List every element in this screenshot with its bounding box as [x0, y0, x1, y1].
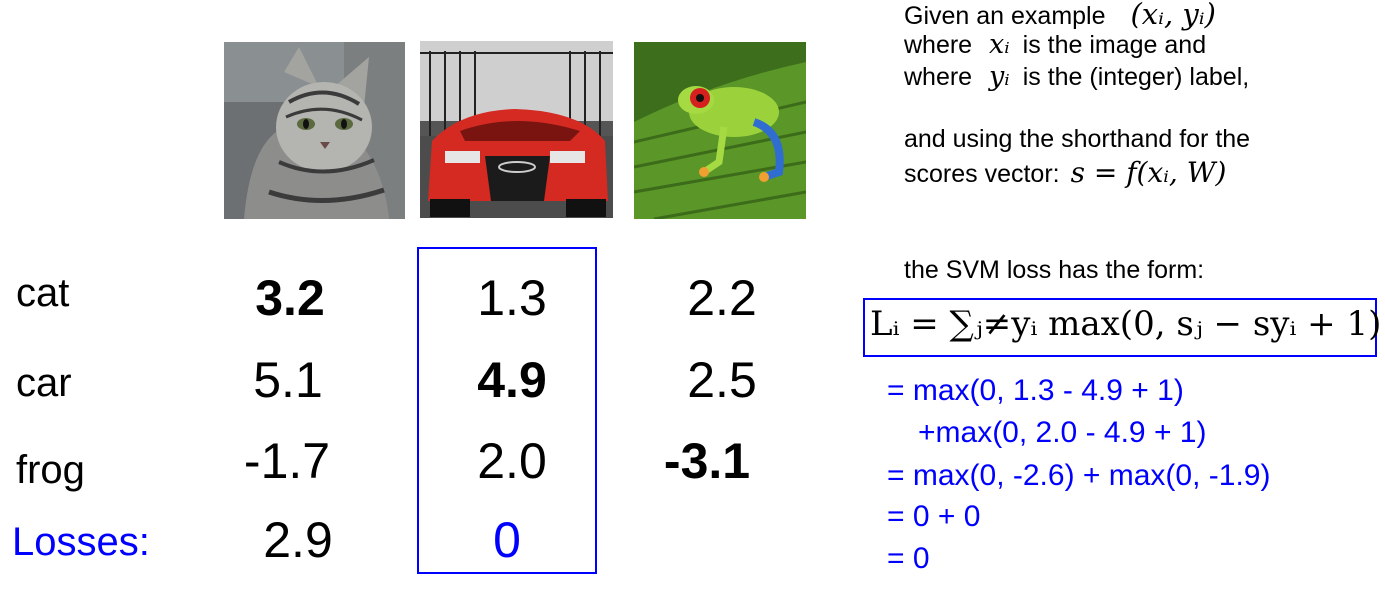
- row-label-car: car: [16, 361, 72, 405]
- score-frog-frog: -3.1: [663, 433, 751, 489]
- math-yi: yᵢ: [989, 61, 1010, 92]
- cat-image: [224, 42, 405, 219]
- calculation-line-2: +max(0, 2.0 - 4.9 + 1): [918, 416, 1207, 449]
- score-cat-cat: 3.2: [255, 270, 325, 326]
- explanation-line-3: where yᵢ is the (integer) label,: [904, 61, 1250, 92]
- car-image: [420, 41, 613, 218]
- explanation-line-4: and using the shorthand for the: [904, 125, 1251, 153]
- explanation-line-5: scores vector: s = f(xᵢ, W): [904, 156, 1227, 189]
- calculation-line-1: = max(0, 1.3 - 4.9 + 1): [887, 374, 1184, 407]
- explanation-line-1: Given an example (xᵢ, yᵢ): [904, 0, 1216, 29]
- row-label-losses: Losses:: [12, 520, 150, 564]
- row-label-frog: frog: [16, 448, 85, 492]
- explanation-line-2: where xᵢ is the image and: [904, 29, 1207, 60]
- loss-cat: 2.9: [263, 512, 333, 568]
- svm-loss-formula: Lᵢ = ∑ⱼ≠yᵢ max(0, sⱼ − syᵢ + 1): [870, 304, 1382, 344]
- calculation-line-4: = 0 + 0: [887, 500, 981, 533]
- score-frog-car: 2.5: [687, 352, 757, 408]
- math-scores: s = f(xᵢ, W): [1070, 156, 1227, 189]
- score-cat-frog: -1.7: [243, 433, 331, 489]
- explanation-line-6: the SVM loss has the form:: [904, 256, 1205, 284]
- car-column-highlight: [417, 247, 597, 574]
- frog-image: [634, 42, 806, 219]
- math-xi: xᵢ: [989, 29, 1010, 60]
- calculation-line-5: = 0: [887, 542, 930, 575]
- score-cat-car: 5.1: [253, 352, 323, 408]
- score-frog-cat: 2.2: [687, 270, 757, 326]
- row-label-cat: cat: [16, 271, 70, 315]
- calculation-line-3: = max(0, -2.6) + max(0, -1.9): [887, 459, 1271, 492]
- math-xi-yi: (xᵢ, yᵢ): [1130, 0, 1216, 31]
